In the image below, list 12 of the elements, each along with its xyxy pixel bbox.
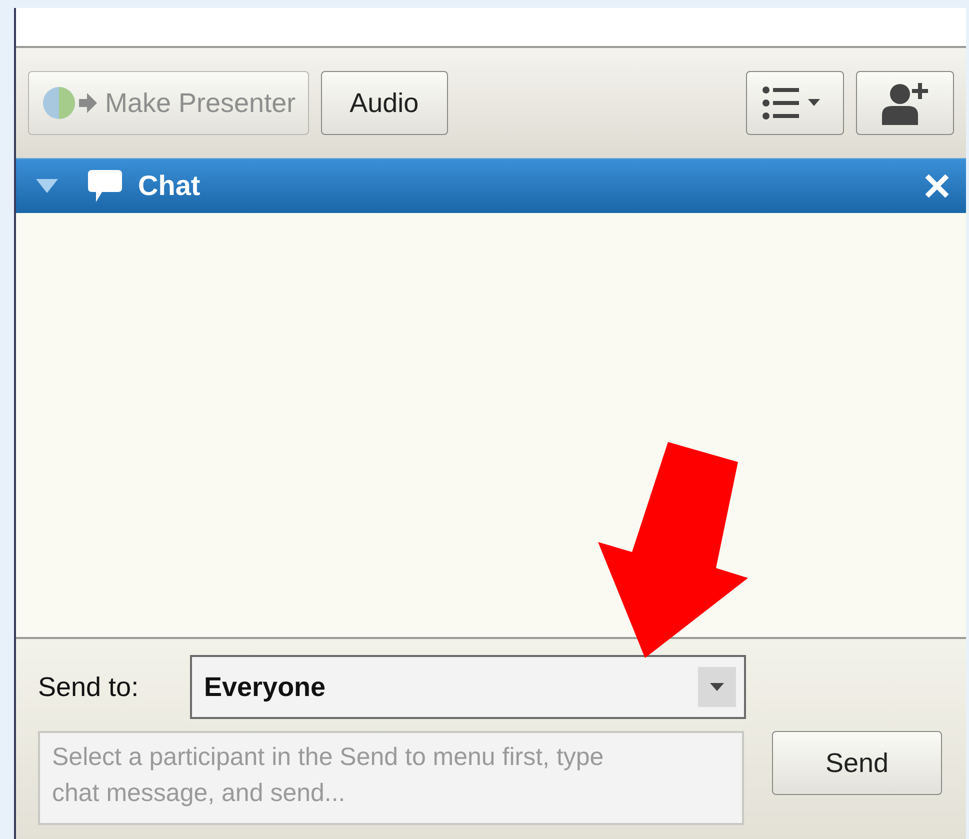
panel-title: Chat: [138, 169, 200, 203]
send-button[interactable]: Send: [772, 731, 942, 795]
list-menu-button[interactable]: [746, 71, 844, 135]
send-to-label: Send to:: [38, 670, 140, 704]
close-icon[interactable]: [924, 173, 950, 199]
audio-button[interactable]: Audio: [320, 71, 448, 135]
message-field[interactable]: Select a participant in the Send to menu first, type chat message, and send...: [38, 731, 744, 825]
recipient-dropdown[interactable]: Everyone: [190, 655, 746, 719]
add-person-button[interactable]: [856, 71, 954, 135]
collapse-icon[interactable]: [34, 177, 60, 195]
speech-bubble-icon: [86, 168, 124, 204]
add-person-icon: [880, 81, 930, 125]
